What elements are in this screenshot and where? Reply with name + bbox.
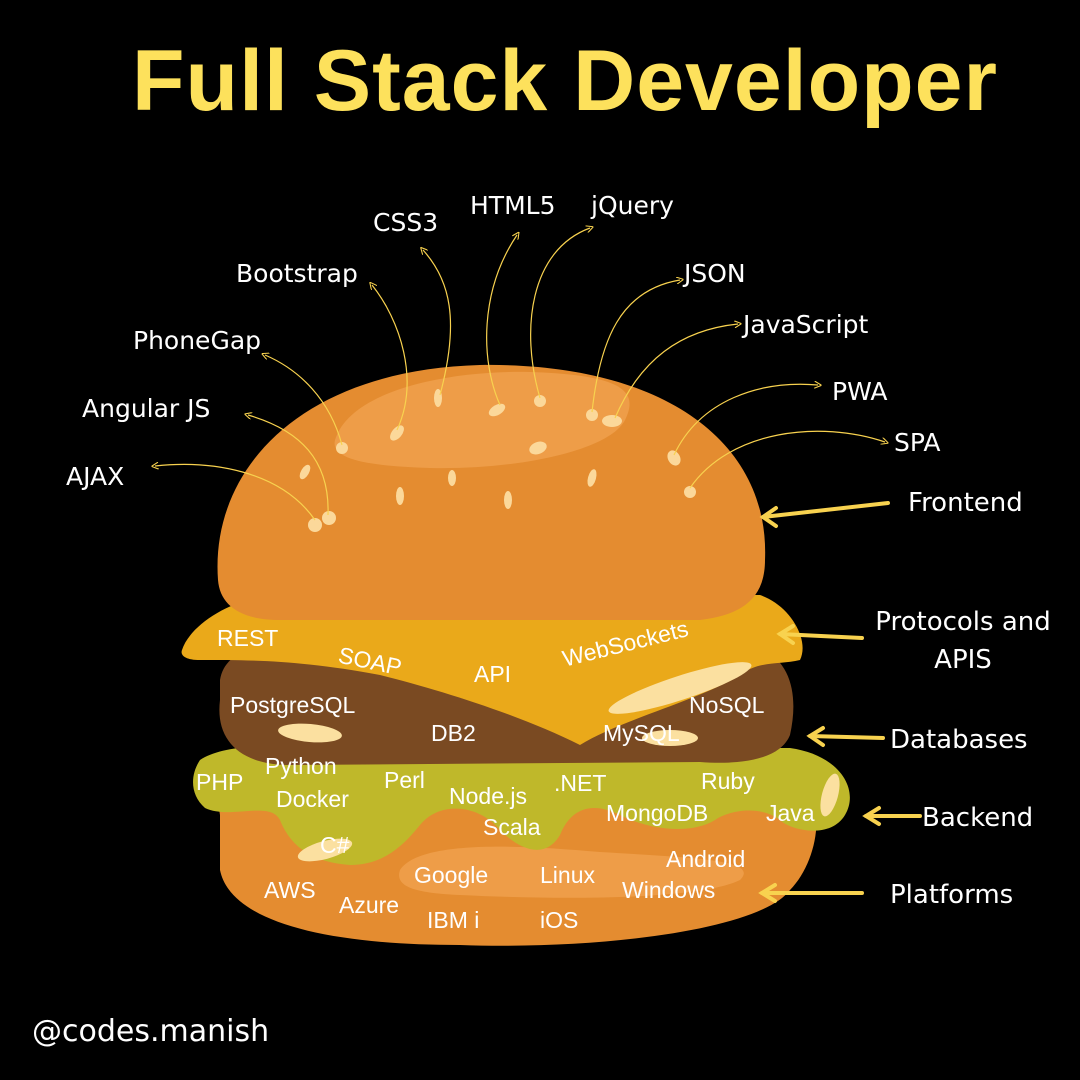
tool-label-javascript: JavaScript (743, 310, 869, 339)
category-databases: Databases (890, 725, 1028, 755)
tool-label-ajax: AJAX (66, 462, 125, 491)
backend-label-docker: Docker (276, 786, 349, 812)
platform-label-ibmi: IBM i (427, 907, 480, 933)
tool-label-pwa: PWA (832, 377, 888, 406)
backend-label-csharp: C# (320, 832, 350, 858)
db-label-postgresql: PostgreSQL (230, 692, 356, 718)
arrow-databases (808, 734, 885, 740)
backend-label-scala: Scala (483, 814, 541, 840)
tool-label-bootstrap: Bootstrap (236, 259, 358, 288)
category-frontend: Frontend (908, 488, 1023, 518)
arrow-frontend (761, 501, 890, 519)
backend-label-ruby: Ruby (701, 768, 755, 794)
protocol-label-api: API (474, 661, 512, 687)
tool-label-css3: CSS3 (373, 208, 439, 237)
db-label-mysql: MySQL (603, 720, 680, 746)
platform-label-linux: Linux (540, 862, 595, 888)
category-protocols-apis: Protocols and APIS (866, 604, 1060, 679)
category-backend: Backend (922, 803, 1034, 833)
tool-label-jquery: jQuery (591, 191, 674, 220)
author-handle: @codes.manish (32, 1014, 270, 1049)
db-label-nosql: NoSQL (689, 692, 765, 718)
backend-label-python: Python (265, 753, 337, 779)
tool-label-json: JSON (684, 259, 746, 288)
backend-label-nodejs: Node.js (449, 783, 527, 809)
category-protocols-line1: Protocols and (875, 607, 1051, 637)
protocol-label-rest: REST (217, 625, 279, 651)
platform-label-android: Android (666, 846, 746, 872)
backend-label-mongodb: MongoDB (606, 800, 709, 826)
platform-label-google: Google (414, 862, 489, 888)
platform-label-windows: Windows (622, 877, 716, 903)
backend-label-dotnet: .NET (554, 770, 607, 796)
backend-label-perl: Perl (384, 767, 425, 793)
tool-label-spa: SPA (894, 428, 941, 457)
platform-label-ios: iOS (540, 907, 579, 933)
tool-label-angularjs: Angular JS (82, 394, 211, 423)
backend-label-java: Java (766, 800, 815, 826)
backend-label-php: PHP (196, 769, 244, 795)
db-label-db2: DB2 (431, 720, 476, 746)
category-protocols-line2: APIS (934, 644, 992, 675)
platform-label-aws: AWS (264, 877, 316, 903)
category-platforms: Platforms (890, 880, 1014, 910)
tool-label-html5: HTML5 (470, 191, 556, 220)
platform-label-azure: Azure (339, 892, 400, 918)
tool-label-phonegap: PhoneGap (133, 326, 262, 355)
